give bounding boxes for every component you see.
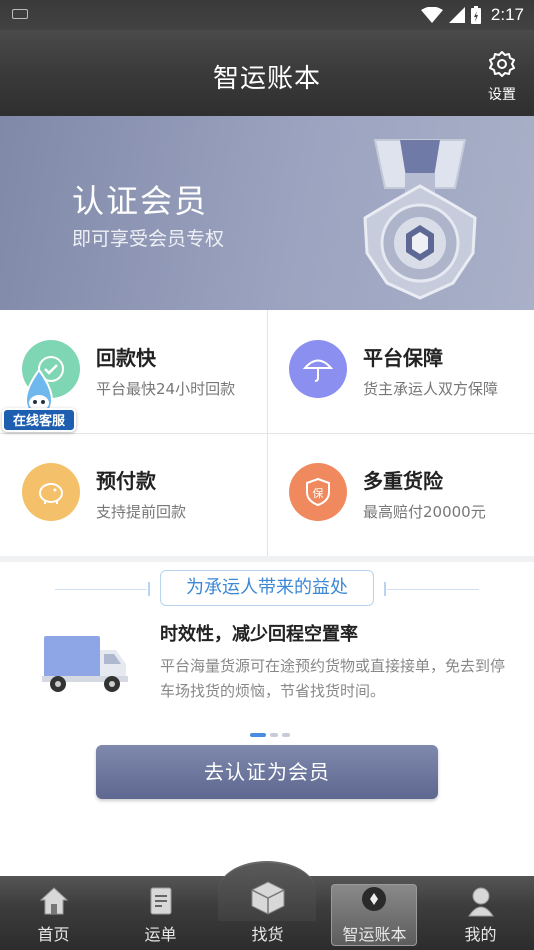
feature-desc: 货主承运人双方保障: [363, 380, 499, 398]
carousel-dots: [250, 733, 290, 737]
feature-desc: 支持提前回款: [96, 503, 187, 521]
tab-label: 找货: [251, 925, 284, 944]
svg-text:保: 保: [313, 486, 324, 500]
tab-ledger[interactable]: 智运账本: [328, 876, 435, 950]
title-bar: 智运账本 设置: [0, 30, 534, 116]
carousel-dot[interactable]: [270, 733, 278, 737]
insurance-shield-icon: 保: [289, 463, 347, 521]
feature-title: 平台保障: [363, 346, 443, 370]
status-bar: 2:17: [0, 0, 534, 30]
section-separator: [0, 556, 534, 562]
wifi-icon: [420, 7, 443, 23]
page-title: 智运账本: [212, 64, 321, 94]
feature-title: 回款快: [96, 346, 156, 370]
banner-heading: 认证会员: [72, 182, 209, 220]
feature-prepayment[interactable]: 预付款 支持提前回款: [0, 433, 267, 556]
feature-desc: 最高赔付20000元: [363, 503, 486, 521]
profile-icon: [467, 887, 494, 917]
feature-desc: 平台最快24小时回款: [96, 380, 236, 398]
carousel-dot[interactable]: [282, 733, 290, 737]
tab-label: 首页: [37, 925, 70, 944]
bottom-tab-bar: 首页 运单 找货 智运账本 我的: [0, 861, 534, 950]
ledger-icon: [361, 887, 386, 911]
umbrella-icon: [289, 340, 347, 398]
truck-icon: [42, 636, 128, 692]
settings-label: 设置: [488, 87, 516, 103]
online-support-button[interactable]: 在线客服: [0, 368, 78, 436]
feature-title: 多重货险: [363, 469, 443, 493]
member-banner[interactable]: 认证会员 即可享受会员专权: [0, 116, 534, 310]
online-support-label: 在线客服: [2, 408, 76, 432]
tab-label: 智运账本: [342, 925, 407, 944]
features-grid: 回款快 平台最快24小时回款 平台保障 货主承运人双方保障 预付款 支持提前回款…: [0, 310, 534, 556]
battery-icon: [470, 6, 481, 24]
signal-icon: [448, 7, 465, 23]
feature-title: 预付款: [96, 469, 156, 493]
tab-profile[interactable]: 我的: [427, 876, 534, 950]
feature-platform-guarantee[interactable]: 平台保障 货主承运人双方保障: [267, 310, 534, 433]
keyboard-icon: [12, 9, 28, 19]
medal-icon: [363, 139, 477, 300]
become-member-button[interactable]: 去认证为会员: [96, 745, 438, 799]
tab-label: 运单: [144, 925, 177, 944]
clock-time: 2:17: [490, 5, 524, 24]
benefits-header: 为承运人带来的益处: [0, 570, 534, 608]
cargo-box-icon: [251, 881, 284, 915]
tab-home[interactable]: 首页: [0, 876, 107, 950]
carousel-dot[interactable]: [250, 733, 266, 737]
benefit-text: 平台海量货源可在途预约货物或直接接单，免去到停车场找货的烦恼，节省找货时间。: [160, 657, 506, 700]
feature-cargo-insurance[interactable]: 保 多重货险 最高赔付20000元: [267, 433, 534, 556]
tab-label: 我的: [464, 925, 497, 944]
tab-waybill[interactable]: 运单: [107, 876, 214, 950]
gear-icon: [489, 51, 515, 77]
home-icon: [39, 887, 68, 915]
settings-button[interactable]: 设置: [482, 50, 522, 104]
benefit-title: 时效性，减少回程空置率: [160, 624, 358, 645]
waybill-icon: [150, 887, 171, 915]
banner-subheading: 即可享受会员专权: [72, 228, 225, 250]
benefits-heading: 为承运人带来的益处: [160, 570, 374, 606]
tab-find-cargo[interactable]: 找货: [214, 876, 321, 950]
piggy-bank-icon: [22, 463, 80, 521]
